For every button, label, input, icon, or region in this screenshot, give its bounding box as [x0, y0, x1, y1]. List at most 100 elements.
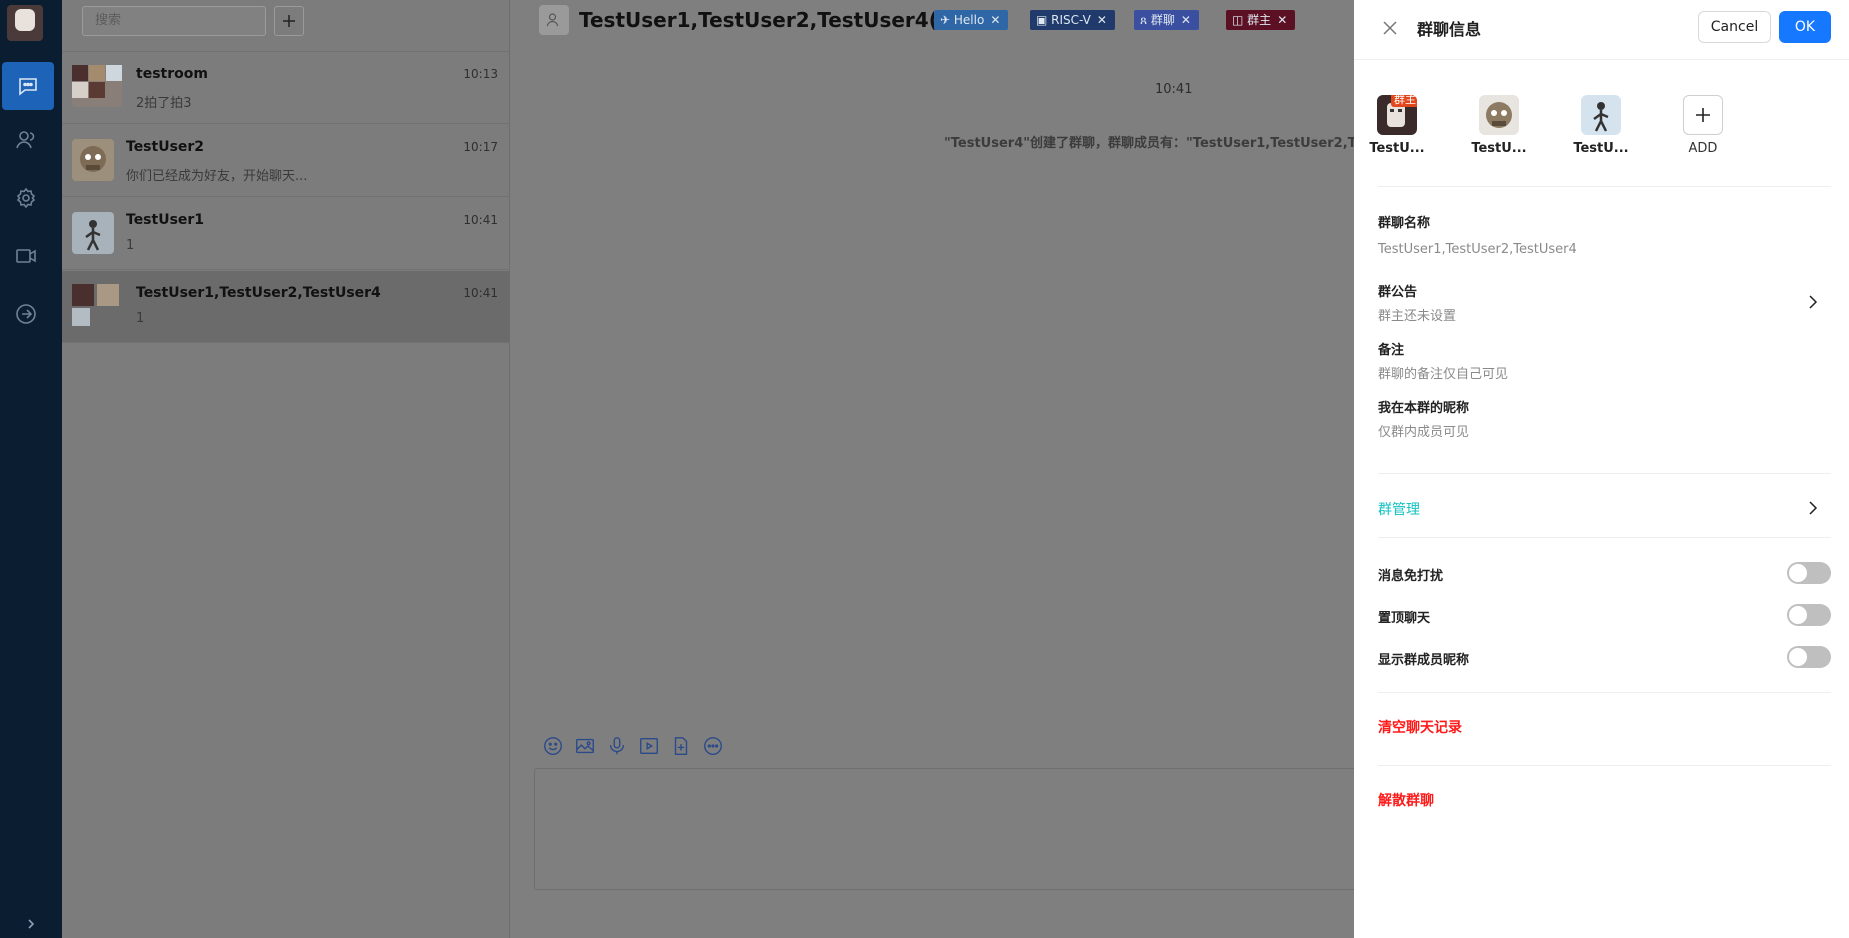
conversation-name: TestUser1,TestUser2,TestUser4	[136, 285, 381, 301]
notice-value: 群主还未设置	[1378, 309, 1457, 324]
more-icon	[703, 736, 722, 755]
chevron-right-icon	[28, 919, 35, 929]
group-name-value[interactable]: TestUser1,TestUser2,TestUser4	[1378, 242, 1577, 257]
nav-chat[interactable]	[2, 62, 54, 110]
nickname-value[interactable]: 仅群内成员可见	[1378, 421, 1469, 440]
member-item[interactable]: TestU...	[1571, 95, 1631, 156]
conversation-time: 10:41	[463, 286, 498, 300]
more-button[interactable]	[700, 733, 725, 758]
conversation-item[interactable]: TestUser1 10:41 1	[62, 198, 510, 270]
my-avatar[interactable]	[7, 5, 43, 41]
nav-video[interactable]	[0, 232, 52, 280]
close-icon[interactable]: ✕	[1181, 13, 1191, 27]
image-button[interactable]	[572, 733, 597, 758]
chevron-right-icon[interactable]	[1805, 294, 1821, 310]
member-avatar	[1581, 95, 1621, 135]
composer-toolbar	[540, 733, 725, 758]
facebook-icon: ▣	[1036, 13, 1048, 27]
conversation-preview: 2拍了拍3	[136, 96, 192, 111]
message-input[interactable]	[534, 768, 1354, 890]
owner-badge: 群主	[1391, 95, 1417, 107]
emoji-button[interactable]	[540, 733, 565, 758]
file-button[interactable]	[668, 733, 693, 758]
member-avatar: 群主	[1377, 95, 1417, 135]
divider	[1378, 473, 1831, 474]
conversation-item[interactable]: TestUser2 10:17 你们已经成为好友，开始聊天...	[62, 125, 510, 197]
conversation-item[interactable]: testroom 10:13 2拍了拍3	[62, 52, 510, 124]
group-info-drawer: 群聊信息 Cancel OK 群主 TestU... TestU... Test…	[1354, 0, 1849, 938]
emoji-icon	[543, 736, 562, 755]
divider	[1378, 186, 1831, 187]
conversation-name: TestUser1	[126, 212, 205, 228]
ok-button[interactable]: OK	[1779, 11, 1831, 43]
video-button[interactable]	[636, 733, 661, 758]
dissolve-group-button[interactable]: 解散群聊	[1378, 790, 1434, 810]
group-avatar	[72, 65, 122, 107]
group-icon	[539, 5, 569, 35]
remark-value[interactable]: 群聊的备注仅自己可见	[1378, 363, 1508, 382]
app-window: 搜索 testroom 10:13 2拍了拍3 TestUser2 10:17 …	[0, 0, 1849, 938]
close-icon	[1383, 21, 1397, 35]
tag-label: 群主	[1247, 13, 1272, 27]
logout-icon	[16, 304, 36, 324]
nav-settings[interactable]	[0, 174, 52, 222]
member-item[interactable]: 群主 TestU...	[1367, 95, 1427, 156]
add-conversation-button[interactable]	[274, 6, 304, 36]
member-item[interactable]: TestU...	[1469, 95, 1529, 156]
nav-logout[interactable]	[0, 290, 52, 338]
tag-risc-v[interactable]: ▣ RISC-V ✕	[1030, 10, 1115, 30]
mute-row: 消息免打扰	[1378, 562, 1831, 586]
show-nickname-label: 显示群成员昵称	[1378, 653, 1470, 668]
conversation-preview: 1	[136, 311, 145, 326]
add-member[interactable]: ADD	[1673, 95, 1733, 156]
conversation-preview: 你们已经成为好友，开始聊天...	[126, 169, 308, 184]
drawer-header: 群聊信息 Cancel OK	[1354, 0, 1849, 60]
chat-panel: TestUser1,TestUser2,TestUser4(3) ✈ Hello…	[510, 0, 1354, 938]
divider	[1378, 537, 1831, 538]
close-button[interactable]	[1378, 16, 1402, 40]
tag-label: RISC-V	[1051, 13, 1091, 27]
twitter-icon: ✈	[940, 13, 951, 27]
notice-label: 群公告	[1378, 285, 1418, 300]
file-add-icon	[674, 736, 687, 755]
chevron-right-icon[interactable]	[1805, 500, 1821, 516]
user-avatar	[72, 212, 114, 254]
show-nickname-row: 显示群成员昵称	[1378, 646, 1831, 670]
search-input[interactable]: 搜索	[82, 6, 266, 36]
clear-history-button[interactable]: 清空聊天记录	[1378, 717, 1462, 737]
pin-label: 置顶聊天	[1378, 611, 1431, 626]
mute-toggle[interactable]	[1787, 562, 1831, 584]
member-avatar	[1479, 95, 1519, 135]
tag-owner[interactable]: ◫ 群主 ✕	[1226, 10, 1296, 30]
chat-header: TestUser1,TestUser2,TestUser4(3) ✈ Hello…	[510, 0, 1354, 42]
voice-button[interactable]	[604, 733, 629, 758]
close-icon[interactable]: ✕	[1277, 13, 1287, 27]
cancel-button[interactable]: Cancel	[1698, 11, 1771, 43]
divider	[1378, 692, 1831, 693]
nav-contacts[interactable]	[0, 116, 52, 164]
tag-label: 群聊	[1150, 13, 1175, 27]
divider	[1378, 765, 1831, 766]
user-avatar	[72, 139, 114, 181]
conversation-name: testroom	[136, 66, 208, 82]
badge-icon: ◫	[1232, 13, 1244, 27]
show-nickname-toggle[interactable]	[1787, 646, 1831, 668]
group-name-label: 群聊名称	[1378, 216, 1431, 231]
member-name: TestU...	[1471, 141, 1527, 156]
group-manage-link[interactable]: 群管理	[1378, 499, 1420, 519]
close-icon[interactable]: ✕	[990, 13, 1000, 27]
expand-rail-button[interactable]	[0, 910, 62, 938]
gear-icon	[16, 187, 36, 209]
close-icon[interactable]: ✕	[1097, 13, 1107, 27]
tag-group-chat[interactable]: ጸ 群聊 ✕	[1134, 10, 1199, 30]
conversation-item-selected[interactable]: TestUser1,TestUser2,TestUser4 10:41 1	[62, 271, 510, 343]
tag-hello[interactable]: ✈ Hello ✕	[934, 10, 1009, 30]
pin-toggle[interactable]	[1787, 604, 1831, 626]
nickname-label: 我在本群的昵称	[1378, 401, 1470, 416]
chat-icon	[19, 78, 37, 96]
chat-title: TestUser1,TestUser2,TestUser4(3)	[579, 8, 961, 32]
conversation-time: 10:13	[463, 67, 498, 81]
add-member-button[interactable]	[1683, 95, 1723, 135]
conversation-preview: 1	[126, 238, 135, 253]
group-avatar	[72, 284, 122, 326]
